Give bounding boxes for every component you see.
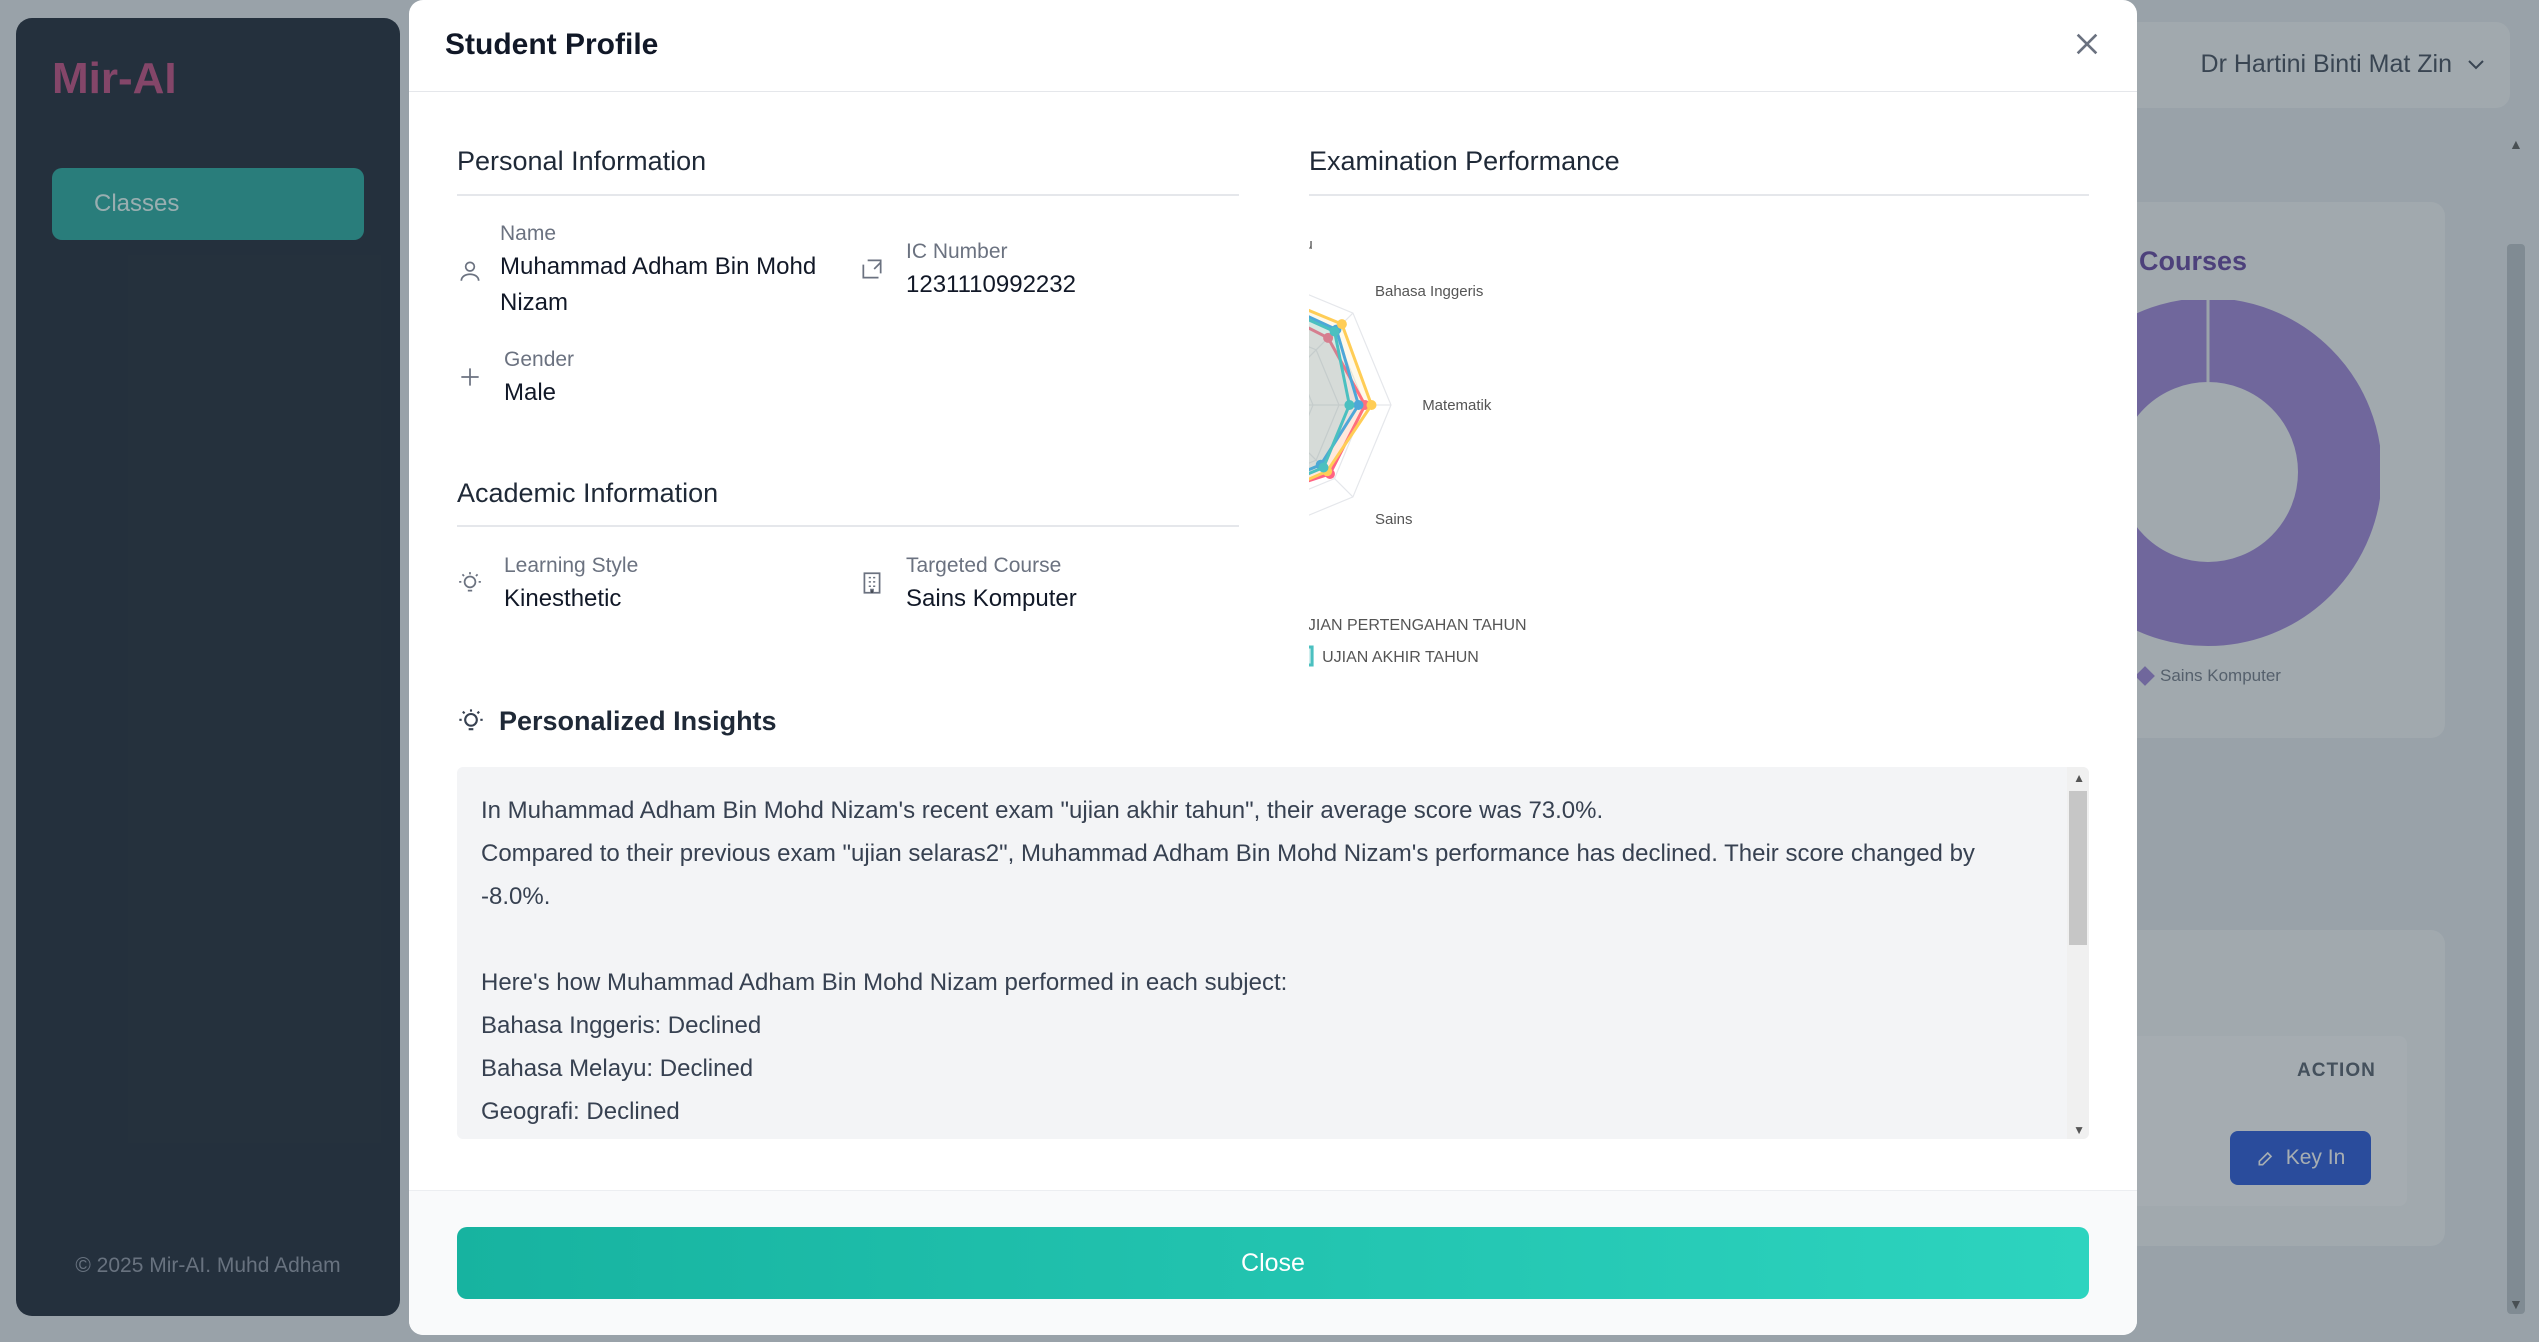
id-card-icon [862,259,882,279]
user-icon [460,261,480,281]
insights-text: In Muhammad Adham Bin Mohd Nizam's recen… [481,789,2041,1133]
insights-title: Personalized Insights [499,706,777,736]
targeted-course-value: Sains Komputer [906,585,1077,612]
insight-line: -8.0%. [481,883,551,910]
personal-info-title: Personal Information [457,146,707,176]
insight-line: Compared to their previous exam "ujian s… [481,840,1975,867]
radar-point [1366,400,1377,410]
insight-line: Here's how Muhammad Adham Bin Mohd Nizam… [481,969,1288,996]
insight-line [481,918,2041,961]
building-icon [863,572,881,594]
radar-point [1336,319,1347,330]
ic-label: IC Number [906,240,1008,263]
radar-axis-label: Bahasa Melayu [1309,236,1313,253]
radar-axis-label: Sains [1375,511,1413,528]
divider [457,194,1239,196]
radar-point [1329,326,1340,337]
insight-line: Geografi: Declined [481,1098,680,1125]
close-button[interactable]: Close [457,1227,2089,1299]
gender-value: Male [504,379,557,406]
lightbulb-icon [459,709,483,731]
learning-style-label: Learning Style [504,554,639,577]
insight-line: Bahasa Melayu: Declined [481,1055,754,1082]
insights-scrollbar[interactable]: ▲ ▼ [2067,767,2089,1139]
academic-info-title: Academic Information [457,478,719,508]
name-value-line1: Muhammad Adham Bin Mohd [500,253,817,280]
divider [457,525,1239,527]
plus-icon [461,368,479,386]
modal-title: Student Profile [445,28,659,61]
exam-radar-chart: 20%40%60%80%100%Bahasa MelayuBahasa Ingg… [1309,236,1527,667]
legend-swatch [1309,645,1314,667]
radar-point [1318,462,1329,473]
insight-line: In Muhammad Adham Bin Mohd Nizam's recen… [481,797,1604,824]
gender-label: Gender [504,348,575,371]
legend-label: UJIAN PERTENGAHAN TAHUN [1309,617,1527,634]
legend-label: UJIAN AKHIR TAHUN [1322,649,1479,666]
insight-line: Bahasa Inggeris: Declined [481,1012,762,1039]
radar-axis-label: Bahasa Inggeris [1375,283,1483,300]
radar-axis-label: Matematik [1422,397,1492,414]
close-icon[interactable] [2071,28,2103,60]
name-label: Name [500,222,557,245]
lightbulb-icon [459,572,481,592]
student-profile-modal: Student Profile Personal Information Nam… [409,0,2137,1335]
learning-style-value: Kinesthetic [504,585,622,612]
scroll-up-icon[interactable]: ▲ [2073,771,2085,785]
targeted-course-label: Targeted Course [906,554,1062,577]
ic-value: 1231110992232 [906,271,1076,298]
scroll-down-icon[interactable]: ▼ [2073,1123,2085,1137]
exam-performance-title: Examination Performance [1309,146,1620,176]
modal-footer: Close [409,1190,2137,1335]
name-value-line2: Nizam [500,289,569,316]
insights-textbox[interactable]: In Muhammad Adham Bin Mohd Nizam's recen… [457,767,2089,1139]
scrollbar-thumb[interactable] [2069,791,2087,945]
modal-header: Student Profile [409,0,2137,92]
radar-point [1344,400,1355,410]
